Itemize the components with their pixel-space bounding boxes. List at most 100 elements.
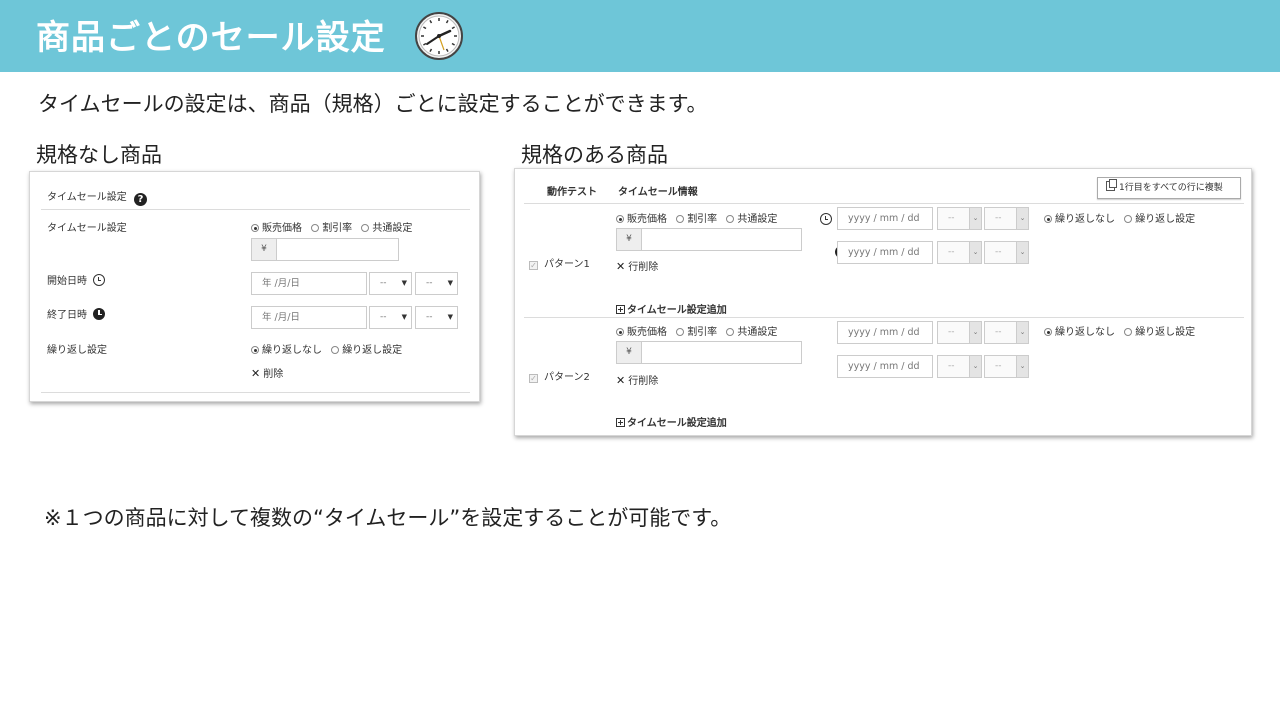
radio-dot xyxy=(1124,215,1133,223)
chevron-down-icon: ⌄ xyxy=(969,322,981,343)
radio-no-repeat[interactable]: 繰り返しなし xyxy=(1044,214,1115,225)
pattern-1-delete-row[interactable]: ✕ 行削除 xyxy=(616,258,658,273)
radio-sale-price[interactable]: 販売価格 xyxy=(251,223,302,234)
radio-dot xyxy=(1124,328,1133,336)
caret-down-icon: ▼ xyxy=(447,279,453,287)
radio-dot xyxy=(1044,215,1052,223)
col-header-info: タイムセール情報 xyxy=(618,187,698,198)
caret-down-icon: ▼ xyxy=(401,279,407,287)
pattern-2-price-input[interactable]: ¥ xyxy=(616,341,802,364)
caret-down-icon: ▼ xyxy=(401,313,407,321)
pattern-2-repeat: 繰り返しなし 繰り返し設定 xyxy=(1044,323,1201,338)
header-bar: 商品ごとのセール設定 xyxy=(0,0,1280,72)
radio-dot xyxy=(726,215,735,223)
pattern-1-start-date[interactable]: yyyy / mm / dd xyxy=(837,207,933,230)
repeat-setting-label: 繰り返し設定 xyxy=(47,345,107,356)
clock-filled-icon xyxy=(93,308,106,320)
radio-common-setting[interactable]: 共通設定 xyxy=(726,214,777,225)
pattern-1-price-input[interactable]: ¥ xyxy=(616,228,802,251)
radio-dot xyxy=(1044,328,1052,336)
pattern-2-start-date[interactable]: yyyy / mm / dd xyxy=(837,321,933,344)
repeat-radio-group: 繰り返しなし 繰り返し設定 xyxy=(251,341,408,356)
radio-discount-rate[interactable]: 割引率 xyxy=(311,223,352,234)
pattern-2-test[interactable]: ✓ パターン2 xyxy=(529,368,590,383)
delete-button[interactable]: ✕ 削除 xyxy=(251,365,283,380)
pattern-1-start-hour[interactable]: -- ⌄ xyxy=(937,207,982,230)
pattern-2-delete-row[interactable]: ✕ 行削除 xyxy=(616,372,658,387)
intro-text: タイムセールの設定は、商品（規格）ごとに設定することができます。 xyxy=(38,92,708,116)
checkbox-icon: ✓ xyxy=(529,374,538,383)
pattern-1-end-date[interactable]: yyyy / mm / dd xyxy=(837,241,933,264)
radio-dot xyxy=(331,346,340,354)
close-icon: ✕ xyxy=(251,367,261,380)
start-datetime-label: 開始日時 xyxy=(47,276,87,287)
copy-icon xyxy=(1106,179,1117,191)
clock-outline-icon xyxy=(820,213,832,225)
radio-dot xyxy=(361,224,370,232)
radio-dot xyxy=(251,224,259,232)
pattern-1-add-setting[interactable]: タイムセール設定追加 xyxy=(616,301,727,316)
chevron-down-icon: ⌄ xyxy=(1016,322,1028,343)
divider xyxy=(524,203,1244,204)
no-spec-label: 規格なし商品 xyxy=(36,143,162,167)
radio-common-setting[interactable]: 共通設定 xyxy=(726,327,777,338)
pattern-2-start-minute[interactable]: -- ⌄ xyxy=(984,321,1029,344)
radio-sale-price[interactable]: 販売価格 xyxy=(616,327,667,338)
radio-dot xyxy=(616,328,624,336)
pattern-2-start-hour[interactable]: -- ⌄ xyxy=(937,321,982,344)
chevron-down-icon: ⌄ xyxy=(1016,208,1028,229)
radio-sale-price[interactable]: 販売価格 xyxy=(616,214,667,225)
start-hour-select[interactable]: -- ▼ xyxy=(369,272,412,295)
pattern-1-end-hour[interactable]: -- ⌄ xyxy=(937,241,982,264)
start-date-input[interactable]: 年 /月/日 xyxy=(251,272,367,295)
pattern-2-add-setting[interactable]: タイムセール設定追加 xyxy=(616,414,727,429)
sale-setting-label: タイムセール設定 xyxy=(47,223,127,234)
caret-down-icon: ▼ xyxy=(447,313,453,321)
pattern-1-end-minute[interactable]: -- ⌄ xyxy=(984,241,1029,264)
pattern-2-end-date[interactable]: yyyy / mm / dd xyxy=(837,355,933,378)
yen-addon: ¥ xyxy=(617,342,642,363)
help-icon[interactable]: ? xyxy=(134,193,147,206)
radio-repeat[interactable]: 繰り返し設定 xyxy=(1124,327,1195,338)
divider xyxy=(41,209,470,210)
end-date-input[interactable]: 年 /月/日 xyxy=(251,306,367,329)
pattern-2-sale-type: 販売価格 割引率 共通設定 xyxy=(616,323,783,338)
radio-repeat[interactable]: 繰り返し設定 xyxy=(1124,214,1195,225)
radio-no-repeat[interactable]: 繰り返しなし xyxy=(1044,327,1115,338)
radio-no-repeat[interactable]: 繰り返しなし xyxy=(251,345,322,356)
pattern-1-start-minute[interactable]: -- ⌄ xyxy=(984,207,1029,230)
timesale-panel-variants: 動作テスト タイムセール情報 1行目をすべての行に複製 ✓ パターン1 販売価格 … xyxy=(514,168,1252,436)
copy-first-row-button[interactable]: 1行目をすべての行に複製 xyxy=(1097,177,1241,199)
start-minute-select[interactable]: -- ▼ xyxy=(415,272,458,295)
end-datetime-label: 終了日時 xyxy=(47,310,87,321)
radio-dot xyxy=(676,328,685,336)
sale-type-radio-group: 販売価格 割引率 共通設定 xyxy=(251,219,418,234)
radio-dot xyxy=(616,215,624,223)
panel-title: タイムセール設定 xyxy=(47,192,127,203)
chevron-down-icon: ⌄ xyxy=(969,242,981,263)
radio-discount-rate[interactable]: 割引率 xyxy=(676,214,717,225)
with-spec-label: 規格のある商品 xyxy=(521,143,668,167)
radio-discount-rate[interactable]: 割引率 xyxy=(676,327,717,338)
page-title: 商品ごとのセール設定 xyxy=(36,18,386,58)
chevron-down-icon: ⌄ xyxy=(969,208,981,229)
plus-square-icon xyxy=(616,305,625,314)
timesale-panel-simple: タイムセール設定 ? タイムセール設定 販売価格 割引率 共通設定 ¥ 開始日時… xyxy=(29,171,480,402)
radio-dot xyxy=(311,224,320,232)
end-minute-select[interactable]: -- ▼ xyxy=(415,306,458,329)
plus-square-icon xyxy=(616,418,625,427)
pattern-2-end-minute[interactable]: -- ⌄ xyxy=(984,355,1029,378)
close-icon: ✕ xyxy=(616,374,626,387)
price-input[interactable]: ¥ xyxy=(251,238,399,261)
pattern-2-end-hour[interactable]: -- ⌄ xyxy=(937,355,982,378)
end-hour-select[interactable]: -- ▼ xyxy=(369,306,412,329)
close-icon: ✕ xyxy=(616,260,626,273)
chevron-down-icon: ⌄ xyxy=(1016,356,1028,377)
chevron-down-icon: ⌄ xyxy=(1016,242,1028,263)
pattern-1-sale-type: 販売価格 割引率 共通設定 xyxy=(616,210,783,225)
pattern-1-test[interactable]: ✓ パターン1 xyxy=(529,255,590,270)
divider xyxy=(524,317,1244,318)
radio-repeat[interactable]: 繰り返し設定 xyxy=(331,345,402,356)
checkbox-icon: ✓ xyxy=(529,261,538,270)
radio-common-setting[interactable]: 共通設定 xyxy=(361,223,412,234)
